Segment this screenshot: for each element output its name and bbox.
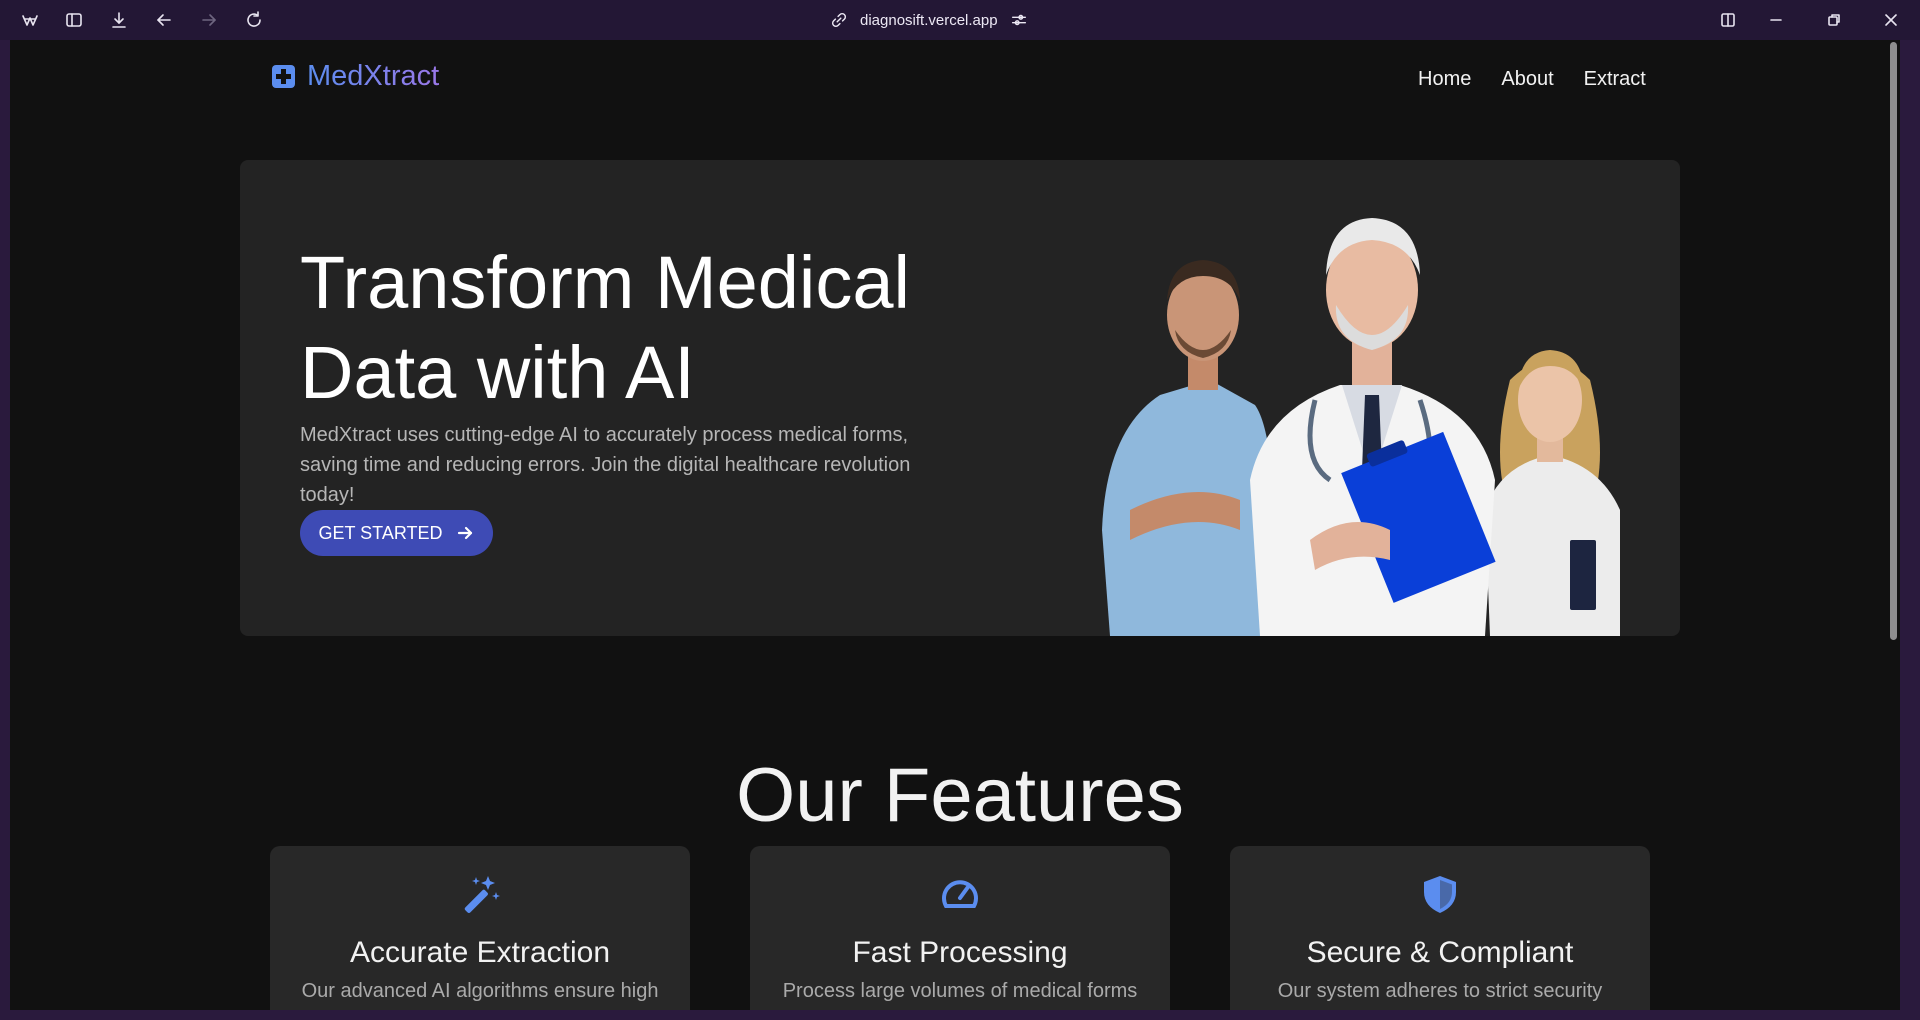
feature-text: Our system adheres to strict security xyxy=(1277,980,1603,1002)
browser-toolbar: diagnosift.vercel.app xyxy=(0,0,1920,40)
site-settings-icon[interactable] xyxy=(1010,11,1028,29)
nav-links: Home About Extract xyxy=(1418,68,1646,91)
link-icon xyxy=(831,12,847,28)
download-icon[interactable] xyxy=(105,8,133,32)
feature-card-fast-processing: Fast Processing Process large volumes of… xyxy=(750,846,1170,1010)
nav-link-home[interactable]: Home xyxy=(1418,68,1471,91)
url-text[interactable]: diagnosift.vercel.app xyxy=(860,12,998,29)
get-started-label: GET STARTED xyxy=(318,522,443,543)
reload-icon[interactable] xyxy=(240,8,268,32)
doctors-image xyxy=(1102,218,1620,636)
speedometer-icon xyxy=(938,872,982,916)
hero-title-line1: Transform Medical xyxy=(300,241,910,324)
doctor-center-figure xyxy=(1250,218,1496,636)
brand-name: MedXtract xyxy=(307,60,440,92)
get-started-button[interactable]: GET STARTED xyxy=(300,510,493,556)
page-viewport: MedXtract Home About Extract Transform M… xyxy=(10,40,1900,1010)
hero-description: MedXtract uses cutting-edge AI to accura… xyxy=(300,424,911,506)
feature-card-secure-compliant: Secure & Compliant Our system adheres to… xyxy=(1230,846,1650,1010)
sidebar-toggle-icon[interactable] xyxy=(60,8,88,32)
magic-wand-icon xyxy=(458,872,502,916)
restore-icon[interactable] xyxy=(1820,8,1848,32)
minimize-icon[interactable] xyxy=(1762,8,1790,32)
feature-text: Our advanced AI algorithms ensure high xyxy=(301,980,659,1002)
doctor-left-figure xyxy=(1102,260,1276,636)
scrollbar-thumb[interactable] xyxy=(1890,42,1897,640)
hero-title-line2: Data with AI xyxy=(300,331,695,414)
page-scrollbar[interactable] xyxy=(1886,40,1900,1010)
back-icon[interactable] xyxy=(150,8,178,32)
split-view-icon[interactable] xyxy=(1714,8,1742,32)
feature-title: Accurate Extraction xyxy=(349,936,611,969)
arrow-right-icon xyxy=(457,526,472,540)
medical-cross-icon xyxy=(272,65,295,88)
hero-title: Transform Medical Data with AI xyxy=(300,238,1000,418)
feature-text: Process large volumes of medical forms xyxy=(782,980,1138,1002)
close-icon[interactable] xyxy=(1877,8,1905,32)
address-bar[interactable]: diagnosift.vercel.app xyxy=(830,8,1028,32)
site-navbar: MedXtract Home About Extract xyxy=(10,40,1886,120)
hero-section: Transform Medical Data with AI MedXtract… xyxy=(240,160,1680,636)
features-title: Our Features xyxy=(736,753,1184,838)
feature-card-accurate-extraction: Accurate Extraction Our advanced AI algo… xyxy=(270,846,690,1010)
feature-title: Secure & Compliant xyxy=(1306,936,1574,969)
browser-logo-icon[interactable] xyxy=(16,8,44,32)
doctor-right-figure xyxy=(1485,350,1620,636)
nav-link-extract[interactable]: Extract xyxy=(1584,68,1646,91)
feature-title: Fast Processing xyxy=(852,936,1068,969)
nav-link-about[interactable]: About xyxy=(1501,68,1553,91)
brand-logo[interactable]: MedXtract xyxy=(272,60,439,93)
forward-icon[interactable] xyxy=(195,8,223,32)
shield-icon xyxy=(1418,872,1462,916)
